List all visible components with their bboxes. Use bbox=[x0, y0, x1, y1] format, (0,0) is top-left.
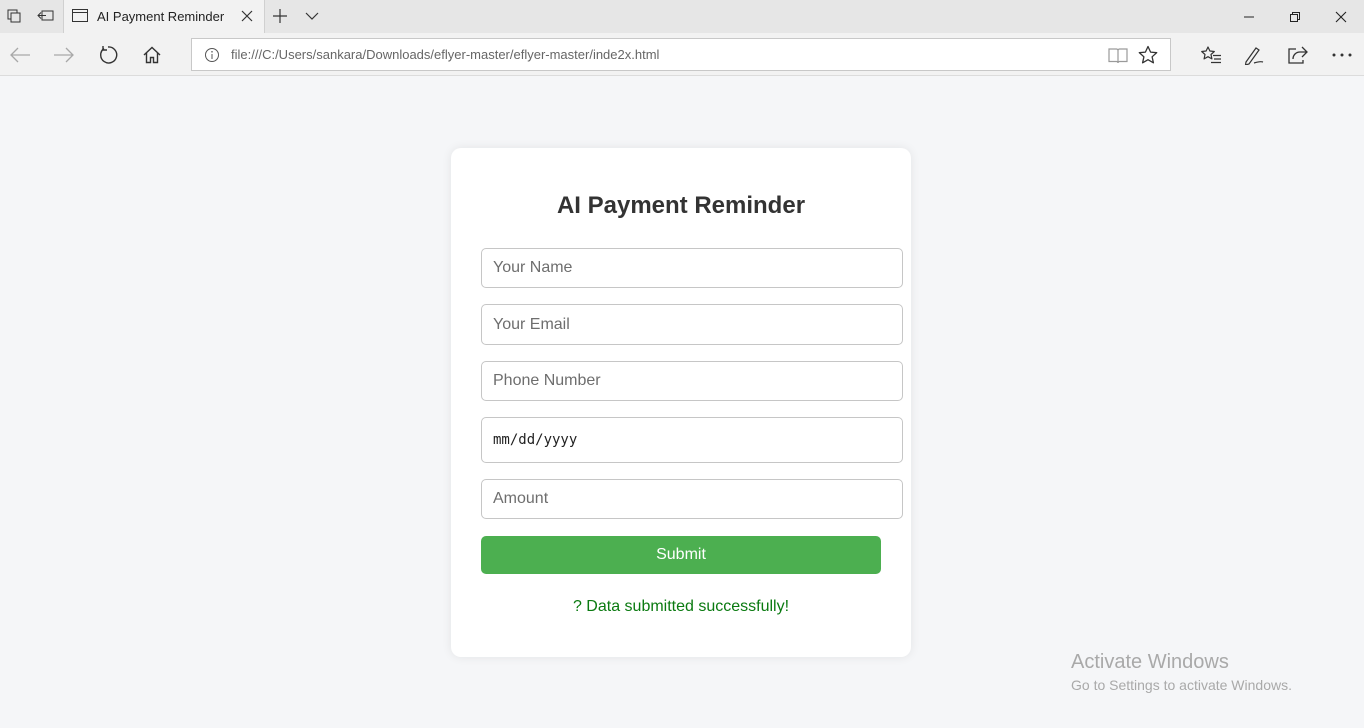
back-icon[interactable] bbox=[8, 43, 32, 67]
active-tab[interactable]: AI Payment Reminder bbox=[63, 0, 265, 33]
share-icon[interactable] bbox=[1286, 43, 1310, 67]
window-close-icon[interactable] bbox=[1318, 0, 1364, 33]
activate-windows-title: Activate Windows bbox=[1071, 651, 1229, 673]
form-title: AI Payment Reminder bbox=[556, 192, 806, 219]
favorites-icon[interactable] bbox=[1199, 43, 1223, 67]
address-bar[interactable]: file:///C:/Users/sankara/Downloads/eflye… bbox=[191, 38, 1171, 71]
title-bar: AI Payment Reminder bbox=[0, 0, 1364, 33]
date-input[interactable]: mm/dd/yyyy bbox=[481, 417, 903, 463]
amount-input[interactable] bbox=[481, 479, 903, 519]
refresh-icon[interactable] bbox=[96, 43, 120, 67]
close-icon[interactable] bbox=[239, 8, 255, 24]
email-input[interactable] bbox=[481, 304, 903, 345]
minimize-icon[interactable] bbox=[1226, 0, 1272, 33]
home-icon[interactable] bbox=[140, 43, 164, 67]
more-icon[interactable] bbox=[1330, 43, 1354, 67]
date-placeholder: mm/dd/yyyy bbox=[493, 432, 578, 448]
forward-icon[interactable] bbox=[52, 43, 76, 67]
success-message: ? Data submitted successfully! bbox=[572, 598, 790, 615]
set-aside-tabs-icon[interactable] bbox=[36, 6, 56, 26]
navigation-bar: file:///C:/Users/sankara/Downloads/eflye… bbox=[0, 33, 1364, 76]
activate-windows-subtitle: Go to Settings to activate Windows. bbox=[1071, 677, 1292, 693]
submit-button[interactable]: Submit bbox=[481, 536, 881, 574]
tab-title: AI Payment Reminder bbox=[97, 9, 225, 24]
plus-icon[interactable] bbox=[271, 7, 289, 25]
info-icon[interactable] bbox=[204, 47, 220, 63]
pen-icon[interactable] bbox=[1242, 43, 1266, 67]
payment-reminder-card: AI Payment Reminder mm/dd/yyyy Submit ? … bbox=[451, 148, 911, 657]
restore-icon[interactable] bbox=[1272, 0, 1318, 33]
tab-actions-icon[interactable] bbox=[4, 6, 24, 26]
star-icon[interactable] bbox=[1138, 45, 1158, 65]
page-icon bbox=[72, 9, 88, 22]
address-text[interactable]: file:///C:/Users/sankara/Downloads/eflye… bbox=[231, 47, 659, 62]
name-input[interactable] bbox=[481, 248, 903, 288]
reading-view-icon[interactable] bbox=[1108, 47, 1128, 64]
phone-input[interactable] bbox=[481, 361, 903, 401]
chevron-down-icon[interactable] bbox=[304, 9, 320, 23]
